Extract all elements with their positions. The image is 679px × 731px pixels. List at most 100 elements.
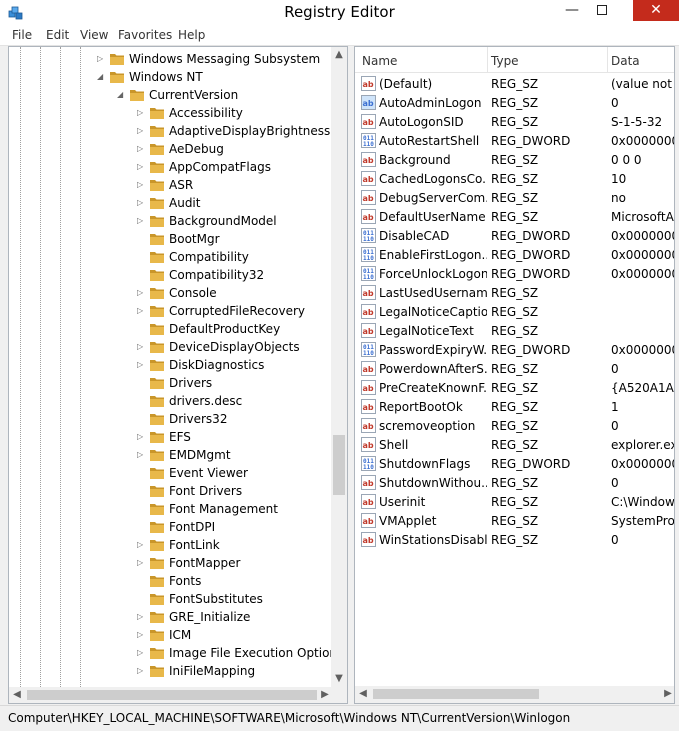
tree-item[interactable]: ▷ CorruptedFileRecovery [9,302,333,320]
expand-arrow-icon[interactable]: ▷ [137,198,145,208]
tree-item[interactable]: ▷ ASR [9,176,333,194]
tree-item[interactable]: ▷ FontMapper [9,554,333,572]
registry-tree-pane[interactable]: ▷ Windows Messaging Subsystem ◢ Windows NT ◢… [8,46,348,704]
value-row[interactable]: 011 110 EnableFirstLogon... REG_DWORD 0x0000… [355,245,674,264]
tree-item[interactable]: ◢ CurrentVersion [9,86,333,104]
tree-item[interactable]: ▷ Accessibility [9,104,333,122]
expand-arrow-icon[interactable]: ▷ [137,540,145,550]
scroll-down-icon[interactable]: ▼ [331,671,347,687]
value-row[interactable]: ab LegalNoticeText REG_SZ [355,321,674,340]
expand-arrow-icon[interactable]: ▷ [137,612,145,622]
expand-arrow-icon[interactable]: ▷ [137,342,145,352]
tree-item[interactable]: ▷ AppCompatFlags [9,158,333,176]
scroll-right-icon[interactable]: ▶ [660,686,674,702]
minimize-button[interactable]: — [557,0,587,21]
menu-file[interactable]: File [12,28,32,42]
scroll-up-icon[interactable]: ▲ [331,47,347,63]
tree-item[interactable]: FontSubstitutes [9,590,333,608]
tree-item[interactable]: Font Drivers [9,482,333,500]
tree-item[interactable]: ▷ AeDebug [9,140,333,158]
tree-item[interactable]: BootMgr [9,230,333,248]
close-button[interactable]: ✕ [633,0,679,21]
value-row[interactable]: ab WinStationsDisabl... REG_SZ 0 [355,530,674,549]
expand-arrow-icon[interactable]: ▷ [137,162,145,172]
value-row[interactable]: 011110ShutdownFlags REG_DWORD 0x00000007 [355,454,674,473]
value-row[interactable]: 011110AutoRestartShell REG_DWORD 0x0000000… [355,131,674,150]
value-row[interactable]: ab PowerdownAfterS... REG_SZ 0 [355,359,674,378]
value-row[interactable]: 011110ForceUnlockLogon REG_DWORD 0x0000000… [355,264,674,283]
value-row[interactable]: ab PreCreateKnownF... REG_SZ {A520A1A4- [355,378,674,397]
tree-item[interactable]: Compatibility [9,248,333,266]
maximize-button[interactable] [587,0,617,21]
expand-arrow-icon[interactable]: ▷ [137,360,145,370]
value-row[interactable]: ab LastUsedUsername REG_SZ [355,283,674,302]
tree-item[interactable]: Drivers [9,374,333,392]
tree-item[interactable]: ▷ GRE_Initialize [9,608,333,626]
values-horizontal-scrollbar[interactable]: ◀ ▶ [355,686,674,703]
tree-item[interactable]: ▷ FontLink [9,536,333,554]
expand-arrow-icon[interactable]: ▷ [137,288,145,298]
column-header-name[interactable]: Name [362,54,397,68]
tree-item[interactable]: Event Viewer [9,464,333,482]
value-row[interactable]: ab scremoveoption REG_SZ 0 [355,416,674,435]
expand-arrow-icon[interactable]: ▷ [97,54,105,64]
tree-item[interactable]: ▷ Windows Messaging Subsystem [9,50,333,68]
expand-arrow-icon[interactable]: ▷ [137,450,145,460]
menu-favorites[interactable]: Favorites [118,28,172,42]
values-hscroll-thumb[interactable] [373,689,539,699]
tree-vertical-scrollbar[interactable]: ▲ ▼ [331,47,347,687]
value-row[interactable]: ab LegalNoticeCaption REG_SZ [355,302,674,321]
tree-hscroll-thumb[interactable] [27,690,317,700]
column-header-data[interactable]: Data [611,54,640,68]
column-separator[interactable] [607,47,608,73]
expand-arrow-icon[interactable]: ▷ [137,630,145,640]
value-row[interactable]: 011110DisableCAD REG_DWORD 0x00000001 [355,226,674,245]
expand-arrow-icon[interactable]: ▷ [137,432,145,442]
tree-item[interactable]: ▷ BackgroundModel [9,212,333,230]
value-row[interactable]: ab VMApplet REG_SZ SystemProp [355,511,674,530]
menu-help[interactable]: Help [178,28,205,42]
tree-vscroll-thumb[interactable] [333,435,345,495]
value-row[interactable]: ab Shell REG_SZ explorer.exe [355,435,674,454]
value-row[interactable]: ab Background REG_SZ 0 0 0 [355,150,674,169]
expand-arrow-icon[interactable]: ▷ [137,144,145,154]
column-header-type[interactable]: Type [491,54,519,68]
tree-item[interactable]: FontDPI [9,518,333,536]
value-row[interactable]: ab ShutdownWithou... REG_SZ 0 [355,473,674,492]
expand-arrow-icon[interactable]: ▷ [137,180,145,190]
value-row[interactable]: ab ReportBootOk REG_SZ 1 [355,397,674,416]
collapse-arrow-icon[interactable]: ◢ [97,72,105,82]
values-list-pane[interactable]: Name Type Data ab (Default) REG_SZ (value n… [354,46,675,704]
expand-arrow-icon[interactable]: ▷ [137,126,145,136]
tree-item[interactable]: Font Management [9,500,333,518]
value-row[interactable]: ab (Default) REG_SZ (value not s [355,74,674,93]
scroll-left-icon[interactable]: ◀ [9,687,25,703]
tree-item[interactable]: ▷ Audit [9,194,333,212]
tree-item[interactable]: ▷ Console [9,284,333,302]
value-row[interactable]: ab DebugServerCom... REG_SZ no [355,188,674,207]
expand-arrow-icon[interactable]: ▷ [137,306,145,316]
expand-arrow-icon[interactable]: ▷ [137,558,145,568]
tree-horizontal-scrollbar[interactable]: ◀ ▶ [9,687,333,703]
collapse-arrow-icon[interactable]: ◢ [117,90,125,100]
tree-item[interactable]: ▷ DeviceDisplayObjects [9,338,333,356]
tree-item[interactable]: ▷ IniFileMapping [9,662,333,680]
tree-item[interactable]: Fonts [9,572,333,590]
tree-item[interactable]: ▷ EMDMgmt [9,446,333,464]
value-row[interactable]: ab Userinit REG_SZ C:\Window [355,492,674,511]
value-row[interactable]: ab DefaultUserName REG_SZ MicrosoftAc [355,207,674,226]
expand-arrow-icon[interactable]: ▷ [137,216,145,226]
value-row[interactable]: ab AutoAdminLogon REG_SZ 0 [355,93,674,112]
tree-item[interactable]: ▷ Image File Execution Options [9,644,333,662]
tree-item[interactable]: ▷ AdaptiveDisplayBrightness [9,122,333,140]
tree-item[interactable]: Drivers32 [9,410,333,428]
expand-arrow-icon[interactable]: ▷ [137,648,145,658]
value-row[interactable]: ab CachedLogonsCo... REG_SZ 10 [355,169,674,188]
tree-item[interactable]: ▷ ICM [9,626,333,644]
scroll-left-icon[interactable]: ◀ [355,686,371,702]
menu-edit[interactable]: Edit [46,28,69,42]
expand-arrow-icon[interactable]: ▷ [137,108,145,118]
tree-item[interactable]: ◢ Windows NT [9,68,333,86]
tree-item[interactable]: Compatibility32 [9,266,333,284]
expand-arrow-icon[interactable]: ▷ [137,666,145,676]
